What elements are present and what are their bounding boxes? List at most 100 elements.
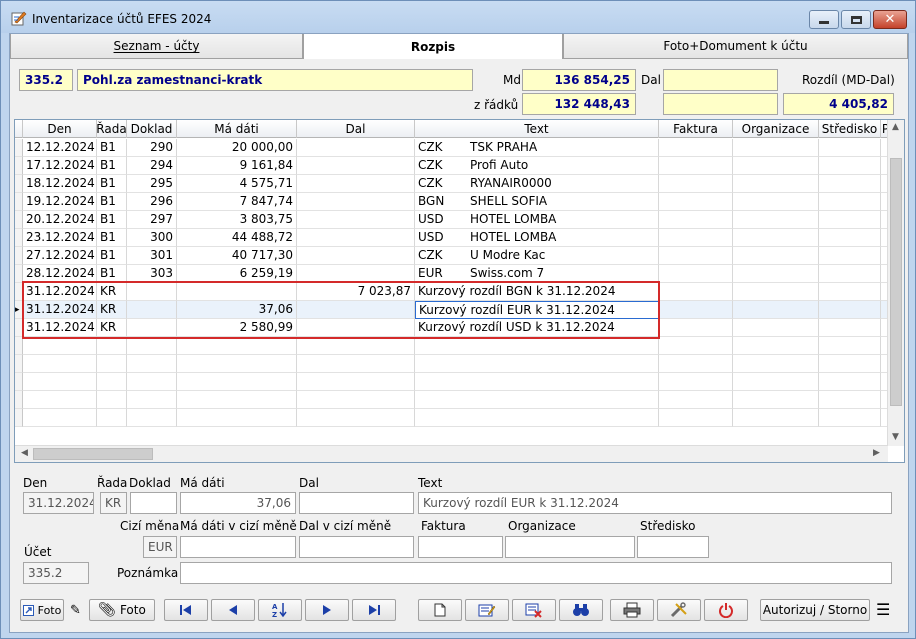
table-cell[interactable] xyxy=(415,355,659,373)
table-cell[interactable] xyxy=(97,337,127,355)
minimize-button[interactable] xyxy=(809,10,839,29)
table-row[interactable] xyxy=(15,355,891,373)
tab-rozpis[interactable]: Rozpis xyxy=(303,34,563,59)
foto-button[interactable]: 📎︎ Foto xyxy=(89,599,155,621)
table-cell[interactable]: USD HOTEL LOMBA xyxy=(415,229,659,247)
table-cell[interactable] xyxy=(297,373,415,391)
edit-record-button[interactable] xyxy=(465,599,509,621)
table-cell[interactable]: 18.12.2024 xyxy=(23,175,97,193)
table-cell[interactable] xyxy=(733,175,819,193)
table-cell[interactable] xyxy=(177,391,297,409)
close-button[interactable]: ✕ xyxy=(873,10,907,29)
table-cell[interactable] xyxy=(733,139,819,157)
table-cell[interactable]: EUR Swiss.com 7 xyxy=(415,265,659,283)
dal-cizi-field[interactable] xyxy=(299,536,414,558)
new-record-button[interactable] xyxy=(418,599,462,621)
table-cell[interactable] xyxy=(733,283,819,301)
tab-foto-dokument[interactable]: Foto+Domument k účtu xyxy=(563,34,908,59)
sort-button[interactable]: A Z xyxy=(258,599,302,621)
table-cell[interactable] xyxy=(659,337,733,355)
account-code-field[interactable]: 335.2 xyxy=(19,69,73,91)
table-cell[interactable] xyxy=(23,409,97,427)
settings-button[interactable] xyxy=(657,599,701,621)
table-cell[interactable]: 295 xyxy=(127,175,177,193)
table-cell[interactable] xyxy=(819,265,881,283)
table-cell[interactable] xyxy=(733,373,819,391)
table-cell[interactable] xyxy=(819,211,881,229)
poznamka-field[interactable] xyxy=(180,562,892,584)
table-cell[interactable] xyxy=(659,247,733,265)
table-cell[interactable]: 28.12.2024 xyxy=(23,265,97,283)
grid-horizontal-scrollbar[interactable]: ◀ ▶ xyxy=(15,445,888,462)
ucet-field[interactable]: 335.2 xyxy=(23,562,89,584)
table-cell[interactable]: BGN SHELL SOFIA xyxy=(415,193,659,211)
table-cell[interactable]: 7 023,87 xyxy=(297,283,415,301)
table-cell[interactable] xyxy=(733,229,819,247)
vertical-scroll-thumb[interactable] xyxy=(890,158,902,406)
table-cell[interactable]: Kurzový rozdíl USD k 31.12.2024 xyxy=(415,319,659,337)
table-row[interactable]: 31.12.2024 KR 7 023,87 Kurzový rozdíl BGN k… xyxy=(15,283,891,301)
table-cell[interactable]: USD HOTEL LOMBA xyxy=(415,211,659,229)
table-cell[interactable]: 297 xyxy=(127,211,177,229)
table-cell[interactable] xyxy=(297,139,415,157)
grid-vertical-scrollbar[interactable]: ▲ ▼ xyxy=(887,120,904,446)
table-cell[interactable]: 3 803,75 xyxy=(177,211,297,229)
row-indicator[interactable]: ▸ xyxy=(15,301,23,319)
table-cell[interactable] xyxy=(97,373,127,391)
table-cell[interactable] xyxy=(415,409,659,427)
table-cell[interactable] xyxy=(733,265,819,283)
scroll-right-icon[interactable]: ▶ xyxy=(873,448,880,458)
row-indicator[interactable] xyxy=(15,283,23,301)
table-row[interactable]: 12.12.2024 B1 290 20 000,00 CZK TSK PRAHA xyxy=(15,139,891,157)
table-cell[interactable]: 300 xyxy=(127,229,177,247)
table-row[interactable]: ▸ 31.12.2024 KR 37,06 Kurzový rozdíl EUR k 3… xyxy=(15,301,891,319)
table-cell[interactable] xyxy=(659,157,733,175)
table-cell[interactable] xyxy=(297,355,415,373)
table-cell[interactable]: 20.12.2024 xyxy=(23,211,97,229)
table-cell[interactable]: 9 161,84 xyxy=(177,157,297,175)
table-cell[interactable]: B1 xyxy=(97,211,127,229)
stredisko-field[interactable] xyxy=(637,536,709,558)
table-cell[interactable] xyxy=(177,337,297,355)
table-cell[interactable]: CZK Profi Auto xyxy=(415,157,659,175)
foto-small-button[interactable]: Foto xyxy=(20,599,64,621)
table-cell[interactable] xyxy=(819,247,881,265)
table-cell[interactable] xyxy=(819,319,881,337)
table-cell[interactable] xyxy=(733,355,819,373)
table-cell[interactable]: 2 580,99 xyxy=(177,319,297,337)
table-cell[interactable] xyxy=(733,391,819,409)
table-cell[interactable] xyxy=(659,265,733,283)
table-cell[interactable]: CZK TSK PRAHA xyxy=(415,139,659,157)
table-cell[interactable] xyxy=(127,391,177,409)
table-cell[interactable]: 17.12.2024 xyxy=(23,157,97,175)
col-text[interactable]: Text xyxy=(415,120,659,138)
table-cell[interactable] xyxy=(733,301,819,319)
table-cell[interactable] xyxy=(659,409,733,427)
table-cell[interactable]: 303 xyxy=(127,265,177,283)
table-row[interactable] xyxy=(15,373,891,391)
table-cell[interactable] xyxy=(819,175,881,193)
table-cell[interactable]: KR xyxy=(97,319,127,337)
horizontal-scroll-thumb[interactable] xyxy=(33,448,153,460)
table-cell[interactable] xyxy=(733,157,819,175)
dal-field[interactable] xyxy=(299,492,414,514)
table-cell[interactable] xyxy=(297,301,415,319)
col-den[interactable]: Den xyxy=(23,120,97,138)
row-indicator[interactable] xyxy=(15,409,23,427)
ma-dati-field[interactable]: 37,06 xyxy=(180,492,296,514)
table-cell[interactable]: Kurzový rozdíl BGN k 31.12.2024 xyxy=(415,283,659,301)
table-cell[interactable] xyxy=(177,409,297,427)
entries-grid[interactable]: Den Řada Doklad Má dáti Dal Text Faktura… xyxy=(14,119,905,463)
table-cell[interactable] xyxy=(127,283,177,301)
autorizuj-storno-button[interactable]: Autorizuj / Storno xyxy=(760,599,870,621)
table-cell[interactable]: Kurzový rozdíl EUR k 31.12.2024 xyxy=(415,301,659,319)
delete-record-button[interactable] xyxy=(512,599,556,621)
cizi-mena-field[interactable]: EUR xyxy=(143,536,177,558)
row-indicator[interactable] xyxy=(15,337,23,355)
table-cell[interactable]: KR xyxy=(97,301,127,319)
table-cell[interactable]: CZK U Modre Kac xyxy=(415,247,659,265)
table-cell[interactable]: 301 xyxy=(127,247,177,265)
table-cell[interactable] xyxy=(659,373,733,391)
table-cell[interactable] xyxy=(659,301,733,319)
table-cell[interactable] xyxy=(127,337,177,355)
